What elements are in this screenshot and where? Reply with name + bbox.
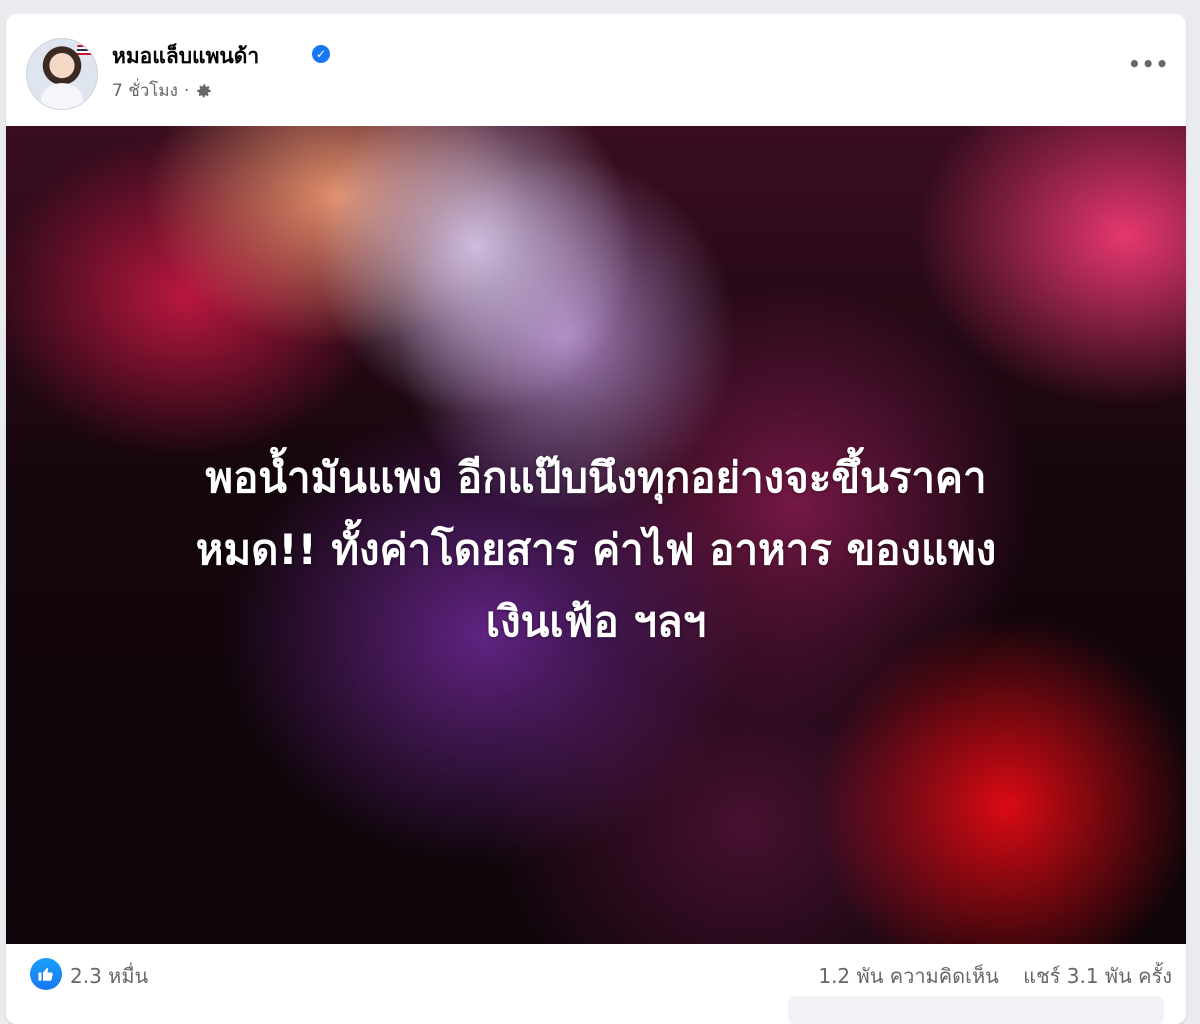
- post-text-line: หมด!! ทั้งค่าโดยสาร ค่าไฟ อาหาร ของแพง: [195, 525, 997, 574]
- post-text-line: เงินเฟ้อ ฯลฯ: [485, 597, 707, 646]
- reactions-bar: 2.3 หมื่น 1.2 พัน ความคิดเห็น แชร์ 3.1 พ…: [6, 944, 1186, 1004]
- actions-row: [6, 996, 1186, 1024]
- post-card: หมอแล็บแพนด้า ✓ 7 ชั่วโมง · ••• พอน้ำมัน…: [6, 14, 1186, 1024]
- comment-box[interactable]: [788, 996, 1164, 1024]
- more-options-button[interactable]: •••: [1128, 54, 1168, 82]
- avatar-figure: [41, 83, 83, 109]
- share-count[interactable]: แชร์ 3.1 พัน ครั้ง: [1023, 964, 1172, 988]
- post-text-line: พอน้ำมันแพง อีกแป๊บนึงทุกอย่างจะขึ้นราคา: [205, 453, 987, 502]
- author-name[interactable]: หมอแล็บแพนด้า: [112, 40, 259, 73]
- flag-icon: [77, 45, 93, 55]
- post-image[interactable]: พอน้ำมันแพง อีกแป๊บนึงทุกอย่างจะขึ้นราคา…: [6, 126, 1186, 944]
- post-image-text: พอน้ำมันแพง อีกแป๊บนึงทุกอย่างจะขึ้นราคา…: [66, 442, 1126, 658]
- author-avatar[interactable]: [26, 38, 98, 110]
- post-header: หมอแล็บแพนด้า ✓ 7 ชั่วโมง · •••: [6, 14, 1186, 126]
- like-count[interactable]: 2.3 หมื่น: [70, 960, 148, 992]
- gear-icon[interactable]: [195, 82, 213, 100]
- like-icon[interactable]: [30, 958, 62, 990]
- comment-count[interactable]: 1.2 พัน ความคิดเห็น: [818, 964, 998, 988]
- meta-separator: ·: [183, 80, 190, 101]
- verified-badge-icon: ✓: [312, 45, 330, 63]
- post-meta: 7 ชั่วโมง ·: [112, 77, 213, 104]
- post-timestamp[interactable]: 7 ชั่วโมง: [112, 77, 178, 104]
- engagement-stats: 1.2 พัน ความคิดเห็น แชร์ 3.1 พัน ครั้ง: [818, 960, 1172, 992]
